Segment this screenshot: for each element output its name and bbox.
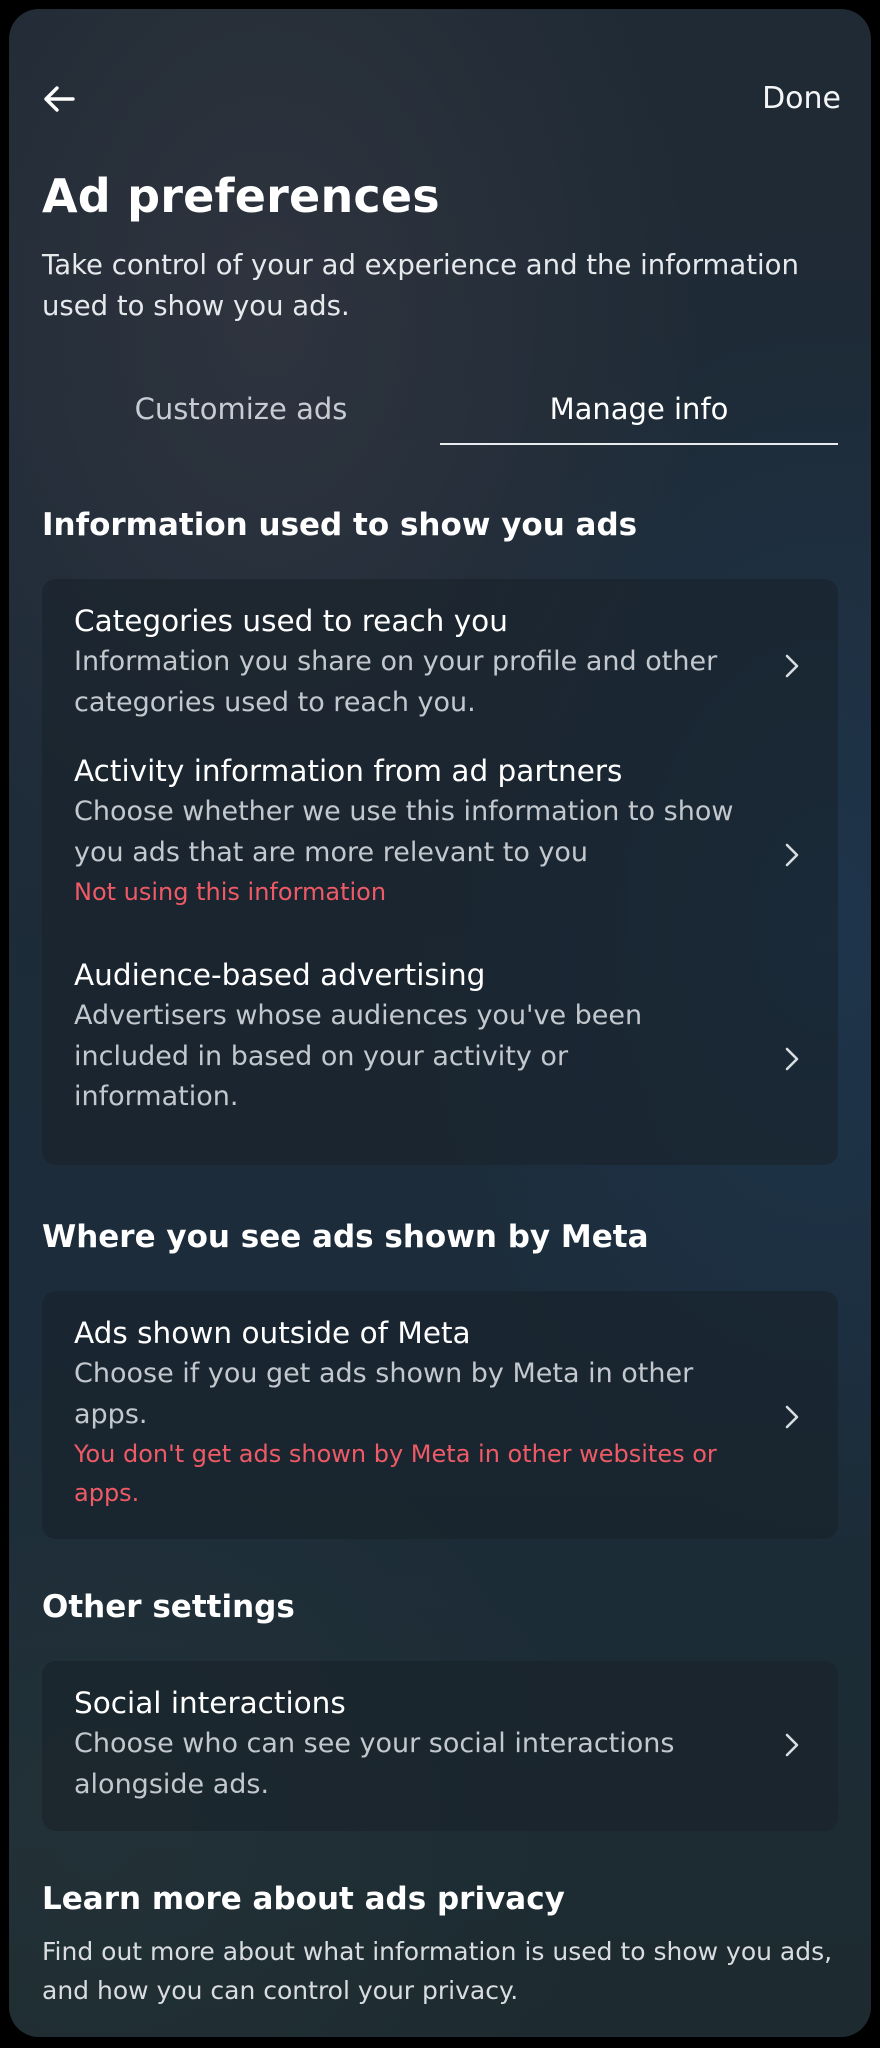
tab-bar: Customize ads Manage info [42,379,838,447]
chevron-right-icon [778,1403,806,1431]
row-description: Choose if you get ads shown by Meta in o… [74,1358,694,1430]
card-other-settings: Social interactions Choose who can see y… [42,1661,838,1831]
page-title: Ad preferences [42,169,440,223]
section-heading-where-seen: Where you see ads shown by Meta [42,1219,649,1255]
tab-manage-info[interactable]: Manage info [440,379,838,447]
done-button[interactable]: Done [762,81,841,116]
row-title: Audience-based advertising [74,958,486,992]
row-description: Advertisers whose audiences you've been … [74,1000,643,1112]
row-audience-based-advertising[interactable]: Audience-based advertising Advertisers w… [42,953,838,1163]
ad-preferences-sheet: Done Ad preferences Take control of your… [9,9,871,2037]
row-description: Choose who can see your social interacti… [74,1728,675,1800]
row-title: Social interactions [74,1686,346,1720]
section-heading-info-used: Information used to show you ads [42,507,638,543]
row-title: Ads shown outside of Meta [74,1316,471,1350]
chevron-right-icon [778,1045,806,1073]
row-title: Activity information from ad partners [74,754,623,788]
row-status-warning: You don't get ads shown by Meta in other… [74,1440,717,1507]
row-ads-outside-meta[interactable]: Ads shown outside of Meta Choose if you … [42,1291,838,1539]
row-title: Categories used to reach you [74,604,508,638]
page-description: Take control of your ad experience and t… [42,249,799,322]
chevron-right-icon [778,1731,806,1759]
row-activity-info-ad-partners[interactable]: Activity information from ad partners Ch… [42,749,838,949]
row-categories-used[interactable]: Categories used to reach you Information… [42,579,838,739]
row-status-warning: Not using this information [74,878,387,906]
card-info-used: Categories used to reach you Information… [42,579,838,1165]
card-where-seen: Ads shown outside of Meta Choose if you … [42,1291,838,1539]
back-button[interactable] [39,79,79,119]
section-heading-other-settings: Other settings [42,1589,295,1625]
learn-more-description: Find out more about what information is … [42,1937,833,2005]
chevron-right-icon [778,652,806,680]
row-social-interactions[interactable]: Social interactions Choose who can see y… [42,1661,838,1831]
learn-more-title: Learn more about ads privacy [42,1881,565,1917]
chevron-right-icon [778,841,806,869]
row-description: Information you share on your profile an… [74,646,718,718]
row-description: Choose whether we use this information t… [74,796,734,868]
arrow-left-icon [44,86,75,112]
tab-customize-ads[interactable]: Customize ads [42,379,440,447]
